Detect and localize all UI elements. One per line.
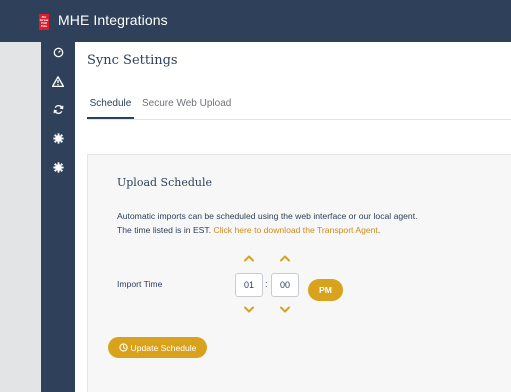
brand-logo[interactable]: Mc Graw Hill Edu xyxy=(39,14,49,30)
dashboard-icon[interactable] xyxy=(51,45,65,59)
description-line: Automatic imports can be scheduled using… xyxy=(117,211,418,221)
left-gutter xyxy=(0,42,41,392)
description-text: . xyxy=(377,225,381,235)
meridiem-toggle-button[interactable]: PM xyxy=(308,279,343,301)
page-title: Sync Settings xyxy=(87,53,178,68)
minute-decrement-chevron-down-icon[interactable] xyxy=(279,306,291,314)
description-text: The time listed is in EST. xyxy=(117,225,214,235)
tab-secure-web-upload[interactable]: Secure Web Upload xyxy=(142,90,231,119)
app-window: Mc Graw Hill Edu MHE Integrations Sync S… xyxy=(0,0,511,392)
hour-increment-chevron-up-icon[interactable] xyxy=(243,254,255,262)
clock-icon xyxy=(118,343,128,352)
warning-icon[interactable] xyxy=(51,74,65,88)
sync-icon[interactable] xyxy=(51,102,65,116)
hour-decrement-chevron-down-icon[interactable] xyxy=(243,306,255,314)
settings-gear-icon[interactable] xyxy=(51,131,65,145)
sidebar-rail xyxy=(41,42,75,392)
update-schedule-label: Update Schedule xyxy=(130,342,197,353)
tab-bar: Schedule Secure Web Upload xyxy=(87,90,511,120)
app-title: MHE Integrations xyxy=(58,12,168,28)
card-title: Upload Schedule xyxy=(117,176,212,189)
top-header-bar: Mc Graw Hill Edu MHE Integrations xyxy=(0,0,511,42)
logo-line: Edu xyxy=(40,24,48,28)
time-separator: : xyxy=(265,279,268,289)
import-time-label: Import Time xyxy=(117,279,163,289)
hour-input[interactable]: 01 xyxy=(235,273,263,297)
minute-increment-chevron-up-icon[interactable] xyxy=(279,254,291,262)
minute-input[interactable]: 00 xyxy=(271,273,299,297)
download-transport-agent-link[interactable]: Click here to download the Transport Age… xyxy=(213,225,377,235)
schedule-description: Automatic imports can be scheduled using… xyxy=(117,209,417,237)
tab-schedule[interactable]: Schedule xyxy=(87,90,134,119)
update-schedule-button[interactable]: Update Schedule xyxy=(108,337,207,358)
description-line: The time listed is in EST. Click here to… xyxy=(117,223,417,237)
settings-gear-icon[interactable] xyxy=(51,160,65,174)
